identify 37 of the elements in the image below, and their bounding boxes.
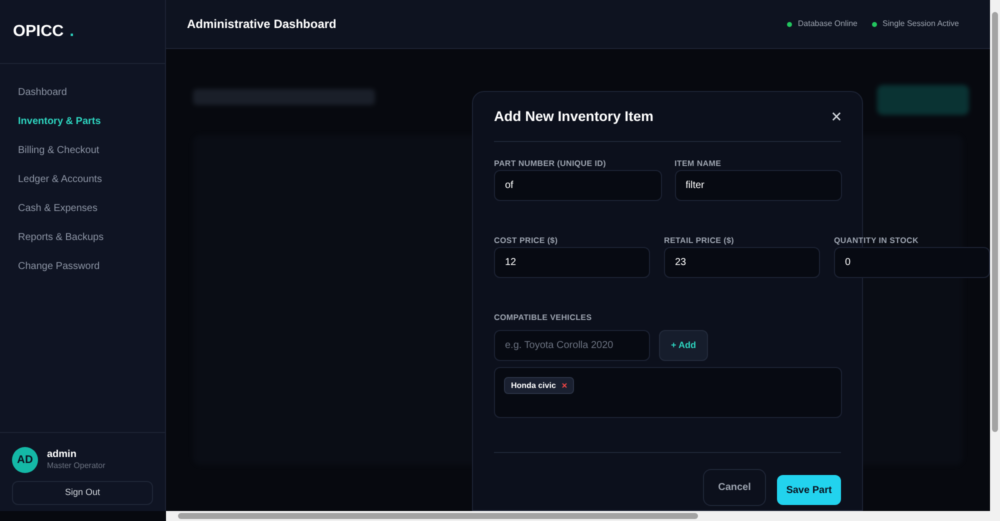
text-input-field[interactable]: 23 (664, 247, 820, 278)
text-input-field[interactable]: 0 (834, 247, 990, 278)
add-button[interactable]: + Add (659, 330, 708, 361)
field-label: ITEM NAME (674, 158, 722, 170)
nav-item[interactable]: Reports & Backups (0, 230, 165, 245)
field-label: COMPATIBLE VEHICLES (494, 312, 593, 324)
cancel-button[interactable]: Cancel (703, 469, 766, 506)
status-text: Database Online (798, 18, 858, 30)
text-input-field[interactable]: filter (674, 170, 842, 201)
logo-text: OPICC (13, 22, 64, 42)
user-role: Master Operator (47, 461, 106, 472)
status-text: Single Session Active (882, 18, 959, 30)
vehicle-input-field[interactable]: e.g. Toyota Corolla 2020 (494, 330, 650, 361)
modal-title: Add New Inventory Item (494, 107, 654, 126)
nav-item[interactable]: Inventory & Parts (0, 114, 165, 129)
remove-icon[interactable] (562, 383, 567, 388)
text-input-field[interactable]: 12 (494, 247, 650, 278)
field-label: QUANTITY IN STOCK (834, 235, 920, 247)
field-label: RETAIL PRICE ($) (664, 235, 736, 247)
nav-item[interactable]: Ledger & Accounts (0, 172, 165, 187)
nav-item[interactable]: Cash & Expenses (0, 201, 165, 216)
nav-item[interactable]: Billing & Checkout (0, 143, 165, 158)
nav-item[interactable]: Dashboard (0, 85, 165, 100)
page-title: Administrative Dashboard (187, 16, 336, 33)
save-button[interactable]: Save Part (777, 475, 841, 505)
user-avatar: AD (12, 447, 38, 473)
text-input-field[interactable]: of (494, 170, 662, 201)
field-label: COST PRICE ($) (494, 235, 559, 247)
user-name: admin (47, 448, 78, 462)
sign-out-button[interactable]: Sign Out (12, 481, 153, 505)
logo-dot: . (70, 22, 74, 42)
vertical-scrollbar[interactable] (990, 0, 1000, 511)
nav-item[interactable]: Change Password (0, 259, 165, 274)
horizontal-scrollbar[interactable] (166, 511, 1000, 521)
field-label: PART NUMBER (UNIQUE ID) (494, 158, 608, 170)
tag-label: Honda civic (511, 380, 556, 392)
close-icon[interactable] (832, 112, 841, 121)
